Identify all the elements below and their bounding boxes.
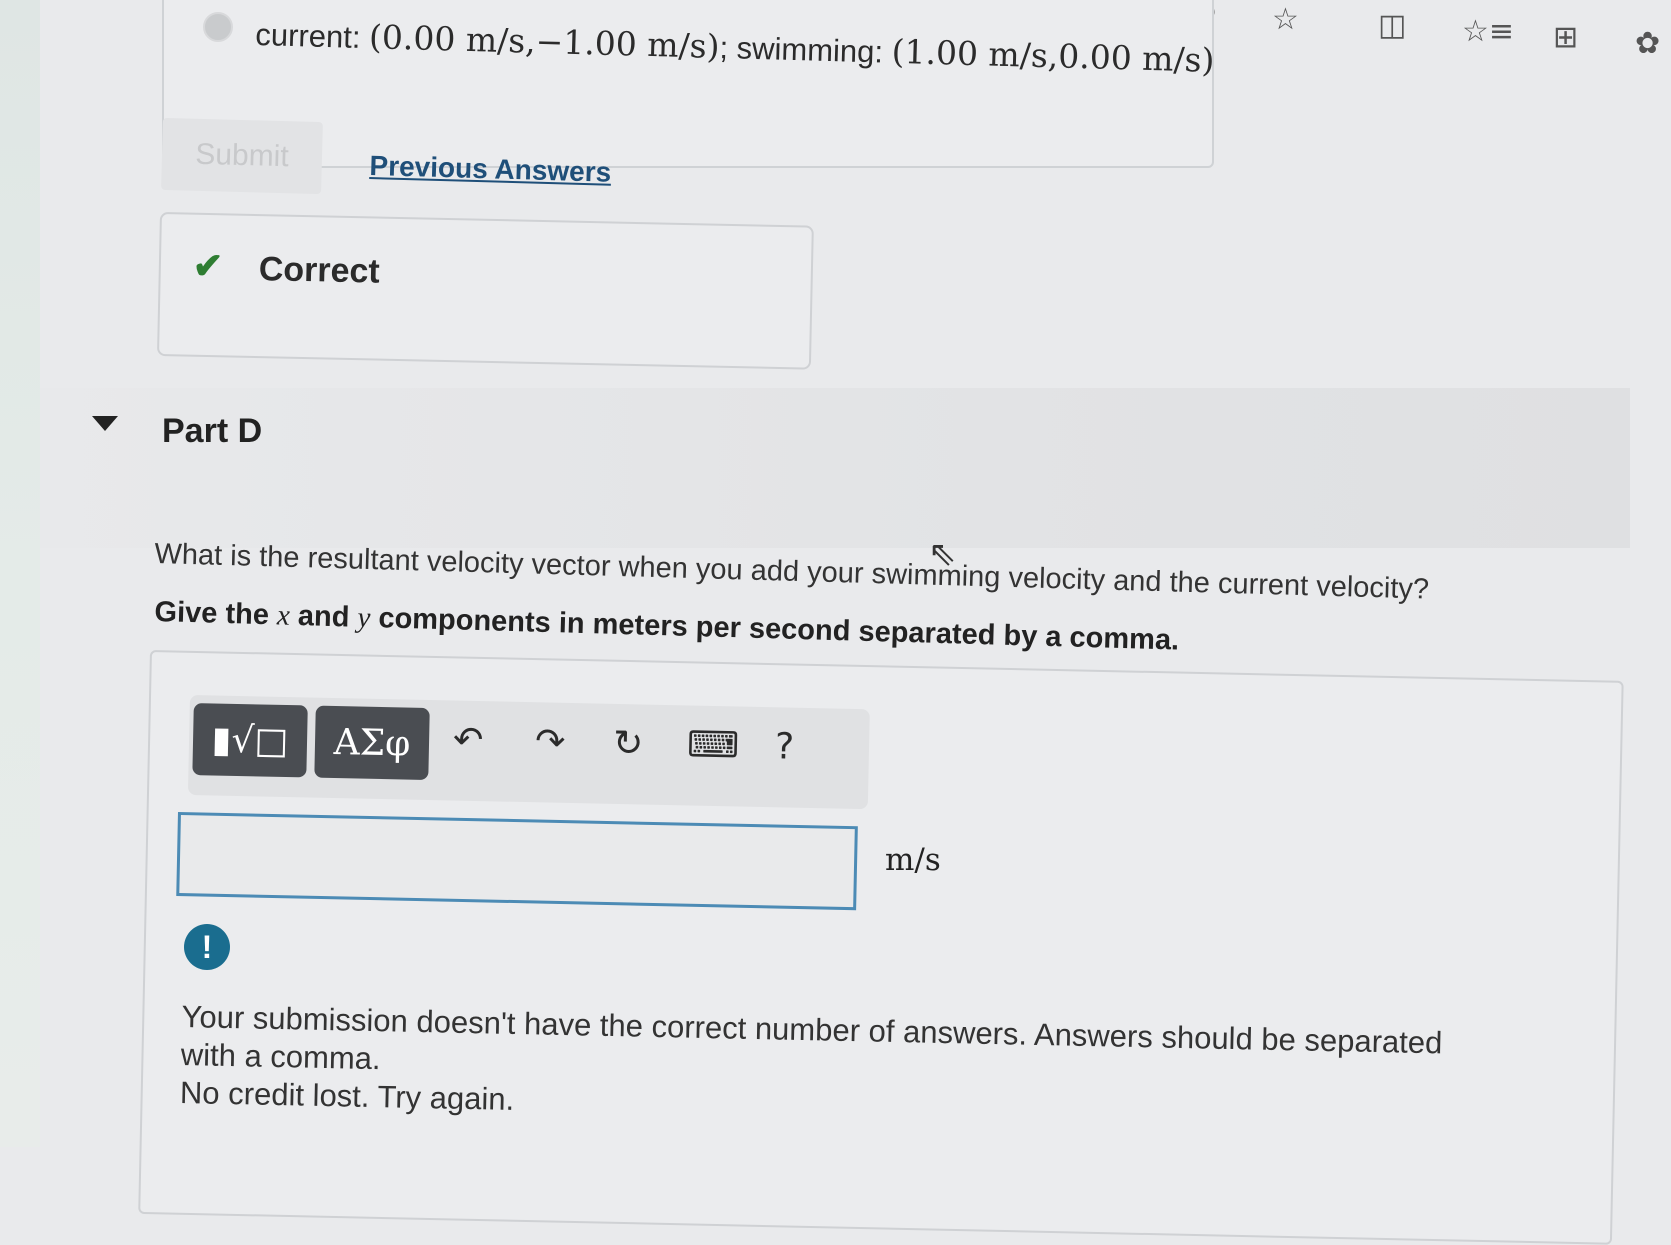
answer-input[interactable] (176, 812, 858, 911)
instruction-suffix: components in meters per second separate… (369, 602, 1180, 657)
instruction-prefix: Give the (154, 596, 278, 632)
swimming-label: ; swimming: (718, 29, 893, 70)
correct-feedback-box: ✔ Correct (156, 212, 814, 370)
current-label: current: (254, 16, 370, 56)
answer-radio-button[interactable] (203, 12, 233, 42)
mouse-cursor-icon: ⇖ (928, 534, 957, 574)
previous-answers-link[interactable]: Previous Answers (369, 150, 612, 189)
templates-button[interactable]: ▮√□ (192, 703, 308, 778)
instruction-mid: and (289, 599, 358, 634)
submit-button[interactable]: Submit (161, 117, 323, 195)
question-text: What is the resultant velocity vector wh… (154, 538, 1430, 606)
copilot-icon[interactable]: ✿ (1635, 26, 1660, 61)
help-button[interactable]: ? (769, 725, 801, 769)
undo-icon[interactable]: ↶ (447, 718, 490, 762)
favorite-star-icon[interactable]: ☆ (1272, 2, 1299, 37)
part-header-band (40, 388, 1630, 548)
checkmark-icon: ✔ (192, 244, 224, 287)
unit-label: m/s (885, 842, 941, 878)
favorites-list-icon[interactable]: ☆≡ (1462, 14, 1514, 49)
math-editor-toolbar: ▮√□ ΑΣφ ↶ ↷ ↻ ⌨ ? (187, 695, 870, 810)
correct-label: Correct (258, 250, 381, 291)
instruction-text: Give the x and y components in meters pe… (154, 596, 1179, 658)
collapse-caret-icon[interactable] (92, 416, 118, 431)
symbols-button[interactable]: ΑΣφ (314, 705, 430, 781)
part-title[interactable]: Part D (162, 412, 262, 451)
reset-icon[interactable]: ↻ (607, 722, 650, 766)
page-edge-decoration (0, 0, 40, 1147)
instruction-y-variable: y (357, 601, 371, 635)
keyboard-icon[interactable]: ⌨ (681, 723, 746, 767)
alert-icon: ! (184, 924, 230, 970)
redo-icon[interactable]: ↷ (529, 720, 572, 764)
split-screen-icon[interactable]: ◫ (1378, 8, 1406, 43)
collections-icon[interactable]: ⊞ (1553, 20, 1578, 55)
